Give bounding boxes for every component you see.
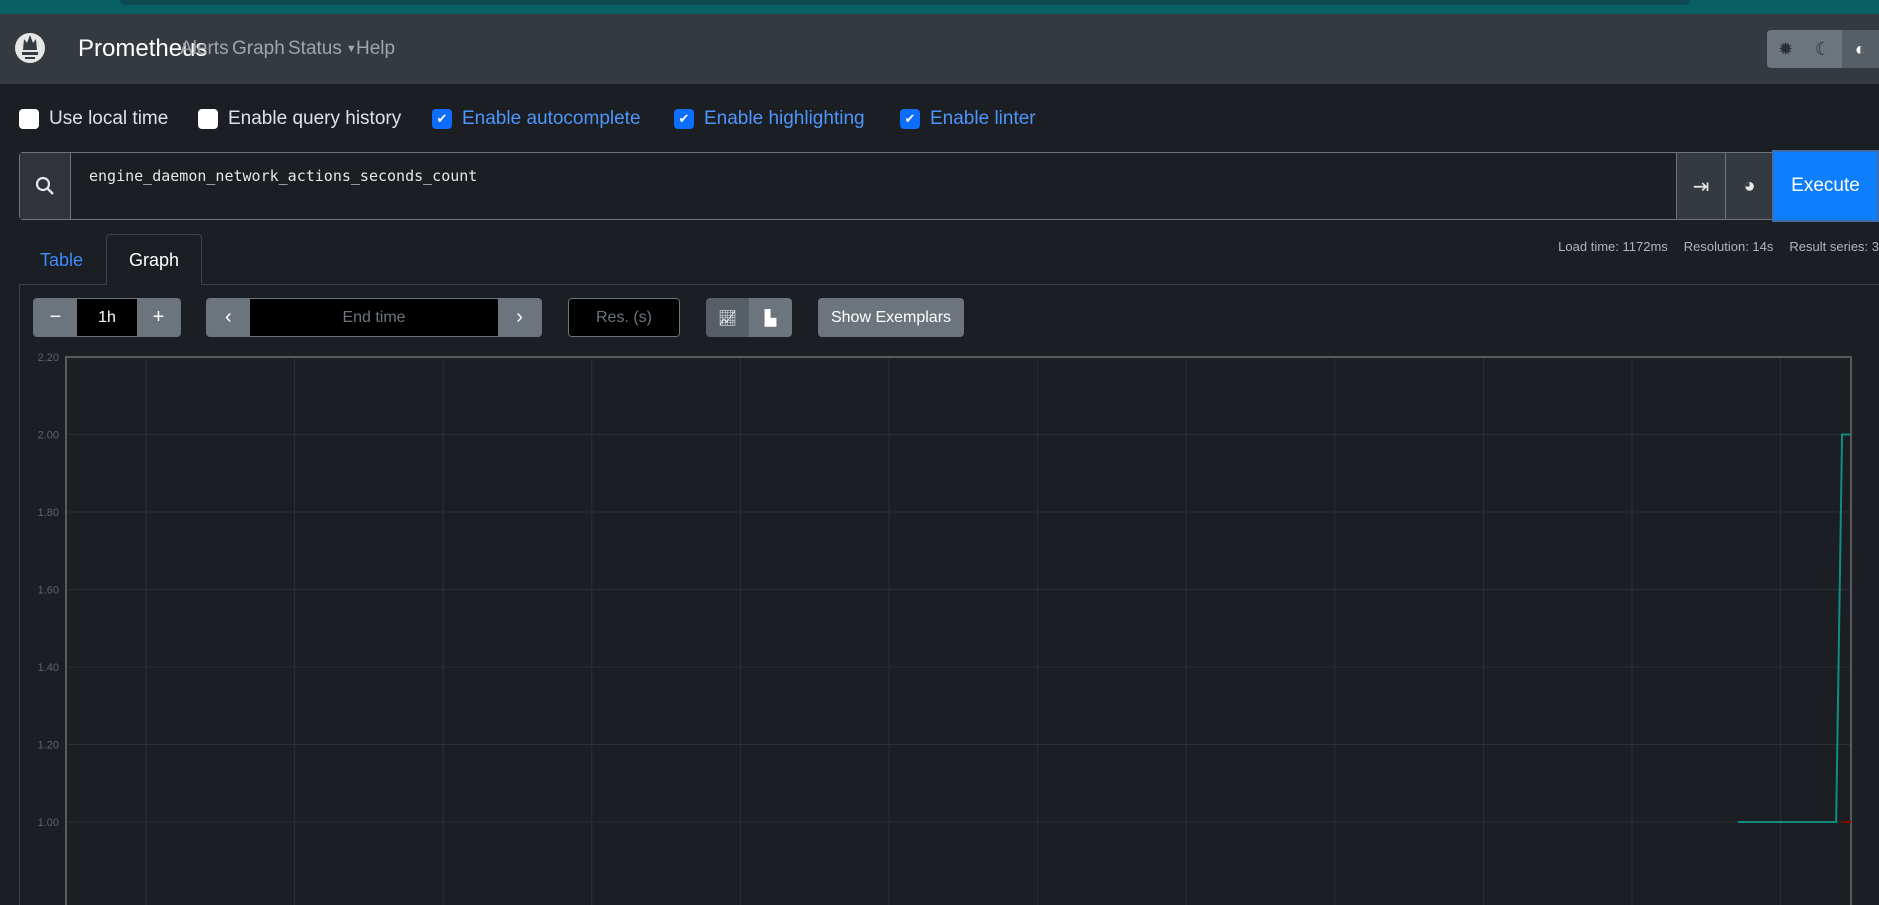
range-control: − 1h + <box>33 298 181 337</box>
checkbox-box[interactable] <box>19 109 39 129</box>
stacked-chart-icon[interactable]: ▙ <box>749 298 792 337</box>
enable-linter-checkbox[interactable]: ✔ Enable linter <box>900 108 1036 130</box>
y-tick-label: 2.00 <box>38 430 59 442</box>
metrics-explorer-icon[interactable]: ◕ <box>1725 153 1773 219</box>
query-input[interactable]: engine_daemon_network_actions_seconds_co… <box>89 167 477 185</box>
result-series: Result series: 3 <box>1789 239 1879 254</box>
enable-highlighting-checkbox[interactable]: ✔ Enable highlighting <box>674 108 865 130</box>
query-box: engine_daemon_network_actions_seconds_co… <box>19 152 1879 220</box>
chevron-left-icon[interactable]: ‹ <box>207 299 250 336</box>
query-stats: Load time: 1172ms Resolution: 14s Result s… <box>1542 239 1879 254</box>
graph-chart: 2.20 2.00 1.80 1.60 1.40 1.20 1.00 <box>38 352 1852 905</box>
search-icon <box>20 153 71 219</box>
checkbox-label: Enable linter <box>930 108 1036 129</box>
moon-icon[interactable]: ☾ <box>1804 30 1841 68</box>
show-exemplars-button[interactable]: Show Exemplars <box>818 298 964 337</box>
browser-strip <box>0 0 1879 14</box>
checkbox-label: Enable highlighting <box>704 108 865 129</box>
nav-help[interactable]: Help <box>356 38 395 60</box>
increase-range-button[interactable]: + <box>137 299 180 336</box>
y-tick-label: 1.20 <box>38 740 59 752</box>
checkbox-label: Enable query history <box>228 108 402 129</box>
y-tick-label: 1.40 <box>38 662 59 674</box>
check-icon[interactable]: ✔ <box>674 109 694 129</box>
nav-status-label: Status <box>288 38 342 59</box>
end-time-input[interactable]: End time <box>249 299 499 336</box>
y-tick-label: 2.20 <box>38 352 59 364</box>
y-tick-label: 1.00 <box>38 817 59 829</box>
chart-type-toggle: 📈︎ ▙ <box>706 298 792 337</box>
y-tick-label: 1.60 <box>38 585 59 597</box>
checkbox-label: Use local time <box>49 108 169 129</box>
enable-autocomplete-checkbox[interactable]: ✔ Enable autocomplete <box>432 108 641 130</box>
series-line-1 <box>1737 433 1851 823</box>
tab-table[interactable]: Table <box>40 250 83 271</box>
chevron-right-icon[interactable]: › <box>498 299 541 336</box>
end-time-control: ‹ End time › <box>206 298 542 337</box>
nav-status[interactable]: Status ▼ <box>288 38 357 60</box>
format-query-icon[interactable]: ⇥ <box>1676 153 1725 219</box>
line-chart-icon[interactable]: 📈︎ <box>706 298 749 337</box>
prometheus-logo-icon[interactable] <box>15 30 45 66</box>
tab-divider <box>19 284 1879 285</box>
check-icon[interactable]: ✔ <box>432 109 452 129</box>
checkbox-box[interactable] <box>198 109 218 129</box>
decrease-range-button[interactable]: − <box>34 299 77 336</box>
check-icon[interactable]: ✔ <box>900 109 920 129</box>
range-input[interactable]: 1h <box>77 299 137 336</box>
theme-toggle: ✹ ☾ ◐ <box>1767 30 1879 68</box>
nav-graph[interactable]: Graph <box>232 38 285 60</box>
enable-query-history-checkbox[interactable]: Enable query history <box>198 108 401 130</box>
y-tick-label: 1.80 <box>38 507 59 519</box>
checkbox-label: Enable autocomplete <box>462 108 641 129</box>
half-circle-icon[interactable]: ◐ <box>1841 30 1879 68</box>
resolution: Resolution: 14s <box>1683 239 1774 254</box>
execute-button[interactable]: Execute <box>1772 150 1879 222</box>
plot-frame <box>65 356 1852 905</box>
sun-icon[interactable]: ✹ <box>1767 30 1804 68</box>
use-local-time-checkbox[interactable]: Use local time <box>19 108 168 130</box>
resolution-input[interactable]: Res. (s) <box>569 299 679 336</box>
nav-alerts[interactable]: Alerts <box>180 38 229 60</box>
navbar: Prometheus Alerts Graph Status ▼ Help <box>0 14 1879 84</box>
tab-graph[interactable]: Graph <box>106 234 202 285</box>
show-exemplars-wrap: Show Exemplars <box>818 298 964 337</box>
load-time: Load time: 1172ms <box>1558 239 1668 254</box>
resolution-control: Res. (s) <box>568 298 680 337</box>
